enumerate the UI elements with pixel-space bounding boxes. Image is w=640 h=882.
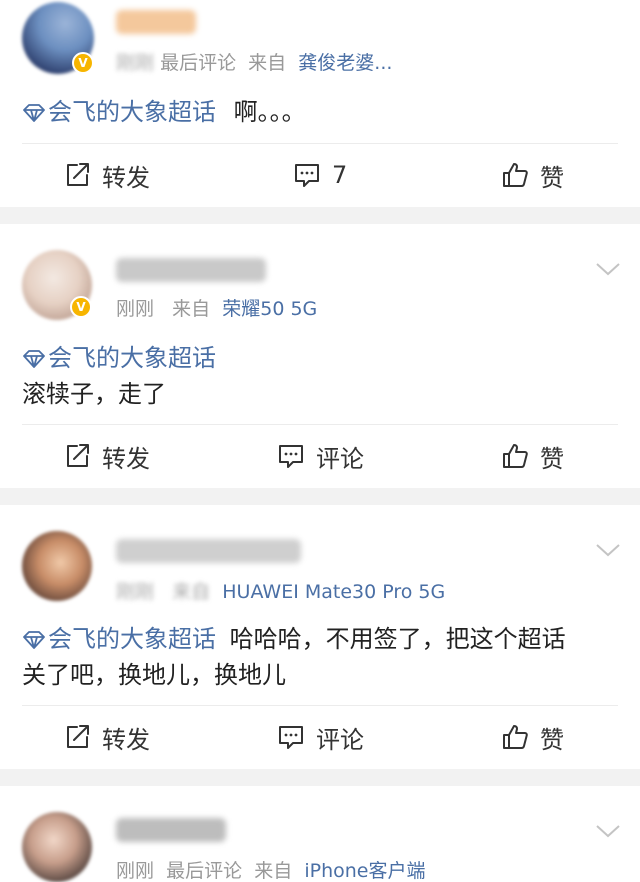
- comment-button[interactable]: 评论: [276, 709, 364, 765]
- action-bar: 转发 7 赞: [0, 147, 640, 203]
- from-label: 来自: [248, 52, 287, 74]
- share-icon: [67, 163, 89, 186]
- username-blurred[interactable]: [116, 10, 196, 34]
- post-meta: 刚刚 来自 荣耀50 5G: [116, 294, 317, 321]
- share-button[interactable]: 转发: [62, 428, 150, 484]
- supertopic-link[interactable]: 会飞的大象超话: [22, 98, 224, 126]
- verified-badge-icon: V: [72, 52, 94, 74]
- share-label: 转发: [102, 725, 150, 754]
- like-button[interactable]: 赞: [500, 709, 564, 765]
- divider: [22, 424, 618, 425]
- supertopic-diamond-icon: [23, 104, 45, 122]
- share-label: 转发: [102, 163, 150, 192]
- post-meta: 刚刚 最后评论 来自 iPhone客户端: [116, 856, 425, 882]
- comment-button[interactable]: 7: [292, 147, 347, 203]
- supertopic-link[interactable]: 会飞的大象超话: [22, 344, 216, 372]
- share-button[interactable]: 转发: [62, 709, 150, 765]
- action-bar: 转发 评论 赞: [0, 428, 640, 484]
- post-text-line-2: 关了吧，换地儿，换地儿: [22, 661, 286, 689]
- comment-label: 评论: [316, 725, 364, 754]
- post-content: 会飞的大象超话 哈哈哈，不用签了，把这个超话: [22, 619, 566, 654]
- source-link[interactable]: 龚俊老婆...: [298, 52, 392, 74]
- time-label: 刚刚: [116, 298, 155, 320]
- comment-button[interactable]: 评论: [276, 428, 364, 484]
- post-meta: 刚刚 来自 HUAWEI Mate30 Pro 5G: [116, 577, 445, 604]
- comment-icon: [279, 445, 303, 468]
- post-card-4: 刚刚 最后评论 来自 iPhone客户端: [0, 786, 640, 882]
- last-comment-label: 最后评论: [160, 52, 237, 74]
- like-label: 赞: [540, 163, 564, 192]
- share-icon: [67, 725, 89, 748]
- comment-icon: [295, 164, 319, 187]
- from-label: 来自: [172, 581, 211, 603]
- chevron-down-icon[interactable]: [594, 822, 622, 840]
- share-icon: [67, 444, 89, 467]
- like-button[interactable]: 赞: [500, 147, 564, 203]
- source-link[interactable]: 荣耀50 5G: [222, 298, 317, 320]
- verified-badge-icon: V: [70, 296, 92, 318]
- supertopic-diamond-icon: [23, 631, 45, 649]
- post-card-3: 刚刚 来自 HUAWEI Mate30 Pro 5G 会飞的大象超话 哈哈哈，不…: [0, 505, 640, 769]
- supertopic-diamond-icon: [23, 350, 45, 368]
- last-comment-label: 最后评论: [166, 860, 243, 882]
- post-text: 啊。。。: [233, 98, 306, 126]
- post-content: 会飞的大象超话 啊。。。: [22, 92, 306, 127]
- like-icon: [503, 725, 528, 749]
- chevron-down-icon[interactable]: [594, 260, 622, 278]
- chevron-down-icon[interactable]: [594, 541, 622, 559]
- like-label: 赞: [540, 725, 564, 754]
- avatar[interactable]: [22, 812, 92, 882]
- from-label: 来自: [254, 860, 293, 882]
- username-blurred[interactable]: [116, 818, 226, 842]
- supertopic-link[interactable]: 会飞的大象超话: [22, 625, 224, 653]
- share-label: 转发: [102, 444, 150, 473]
- avatar[interactable]: [22, 531, 92, 601]
- post-content: 会飞的大象超话: [22, 338, 216, 373]
- comment-count: 7: [332, 161, 348, 189]
- share-button[interactable]: 转发: [62, 147, 150, 203]
- source-link[interactable]: iPhone客户端: [304, 860, 425, 882]
- supertopic-label: 会飞的大象超话: [48, 98, 216, 126]
- post-meta: 刚刚 最后评论 来自 龚俊老婆...: [116, 48, 392, 75]
- username-blurred[interactable]: [116, 258, 266, 282]
- like-label: 赞: [540, 444, 564, 473]
- like-icon: [503, 444, 528, 468]
- post-text-line-1: 哈哈哈，不用签了，把这个超话: [229, 625, 566, 653]
- post-card-1: V 刚刚 最后评论 来自 龚俊老婆... 会飞的大象超话 啊。。。 转发 7 赞: [0, 0, 640, 207]
- source-link[interactable]: HUAWEI Mate30 Pro 5G: [222, 581, 445, 603]
- divider: [22, 705, 618, 706]
- post-text: 滚犊子，走了: [22, 380, 166, 408]
- time-label: 刚刚: [116, 52, 155, 74]
- post-card-2: V 刚刚 来自 荣耀50 5G 会飞的大象超话 滚犊子，走了 转发 评论 赞: [0, 224, 640, 488]
- action-bar: 转发 评论 赞: [0, 709, 640, 765]
- supertopic-label: 会飞的大象超话: [48, 625, 216, 653]
- time-label: 刚刚: [116, 581, 155, 603]
- like-button[interactable]: 赞: [500, 428, 564, 484]
- divider: [22, 143, 618, 144]
- comment-label: 评论: [316, 444, 364, 473]
- like-icon: [503, 163, 528, 187]
- time-label: 刚刚: [116, 860, 155, 882]
- supertopic-label: 会飞的大象超话: [48, 344, 216, 372]
- comment-icon: [279, 726, 303, 749]
- from-label: 来自: [172, 298, 211, 320]
- username-blurred[interactable]: [116, 539, 301, 563]
